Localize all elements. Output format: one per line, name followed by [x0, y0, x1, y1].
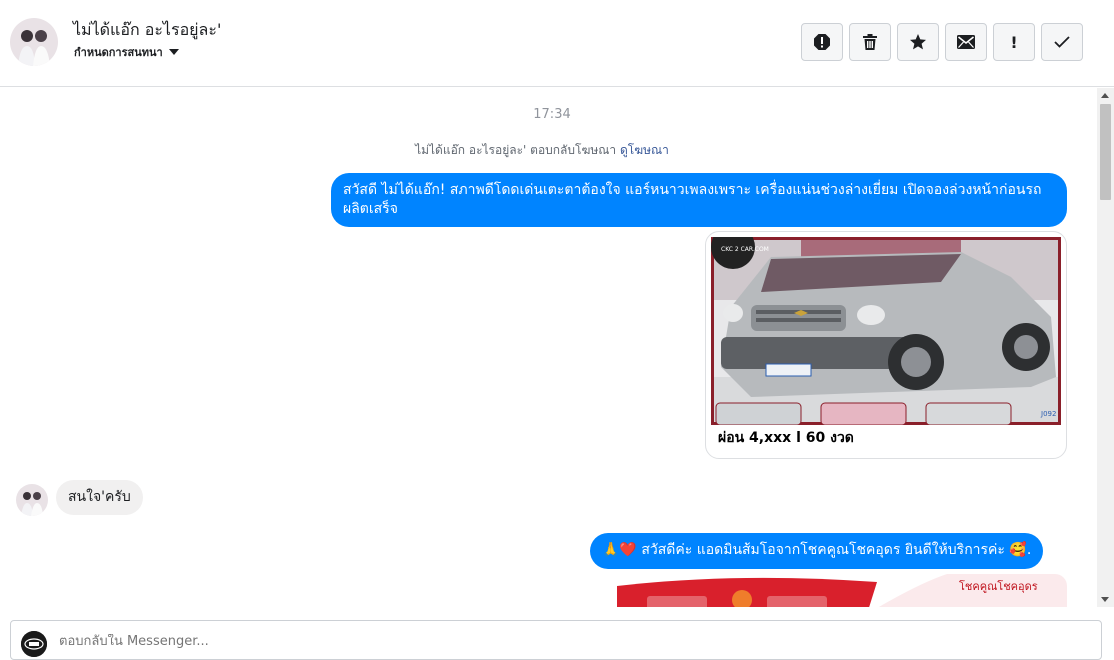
card-watermark: CKC 2 CAR.COM [721, 246, 769, 253]
promo-brand: โชคคูณโชคอุดร [959, 579, 1038, 593]
scroll-up-arrow-icon[interactable] [1101, 93, 1109, 98]
contact-avatar-small[interactable] [16, 484, 48, 516]
message-thread[interactable]: 17:34 ไม่ได้แอ๊ก อะไรอยู่ละ' ตอบกลับโฆษณ… [0, 88, 1114, 607]
car-image: CKC 2 CAR.COM J092 [711, 237, 1061, 425]
report-icon [814, 34, 830, 50]
scroll-down-arrow-icon[interactable] [1101, 597, 1109, 602]
follow-up-button[interactable]: ! [993, 23, 1035, 61]
reply-input[interactable] [59, 634, 659, 649]
ad-card[interactable]: CKC 2 CAR.COM J092 ผ่อน 4,xxx l 60 งวด [705, 231, 1067, 459]
scroll-thumb[interactable] [1100, 104, 1111, 200]
checkmark-icon [1054, 36, 1070, 48]
star-icon [910, 34, 926, 50]
card-plate-code: J092 [1040, 410, 1056, 418]
conversation-options-label: กำหนดการสนทนา [74, 46, 163, 59]
ad-reply-text: ไม่ได้แอ๊ก อะไรอยู่ละ' ตอบกลับโฆษณา [415, 143, 617, 157]
star-button[interactable] [897, 23, 939, 61]
exclamation-icon: ! [1010, 32, 1018, 52]
delete-button[interactable] [849, 23, 891, 61]
conversation-header: ไม่ได้แอ๊ก อะไรอยู่ละ' กำหนดการสนทนา ! [0, 0, 1114, 87]
incoming-message[interactable]: สนใจ'ครับ [56, 480, 143, 515]
message-timestamp: 17:34 [533, 107, 571, 122]
page-title: ไม่ได้แอ๊ก อะไรอยู่ละ' [73, 20, 222, 39]
promo-image[interactable]: โชคคูณโชคอุดร [617, 574, 1067, 607]
reply-bar[interactable] [10, 620, 1102, 660]
promo-banner: โชคคูณโชคอุดร [617, 574, 1067, 607]
envelope-icon [957, 35, 975, 49]
mark-unread-button[interactable] [945, 23, 987, 61]
caret-down-icon [168, 49, 179, 55]
card-title: ผ่อน 4,xxx l 60 งวด [718, 430, 854, 446]
action-toolbar: ! [801, 23, 1083, 61]
page-avatar [21, 631, 47, 657]
trash-icon [863, 34, 877, 50]
outgoing-message[interactable]: 🙏❤️ สวัสดีค่ะ แอดมินส้มโอจากโชคคูณโชคอุด… [590, 533, 1044, 569]
thread-scrollbar[interactable] [1097, 88, 1114, 607]
outgoing-message[interactable]: สวัสดี ไม่ได้แอ๊ก! สภาพดีโดดเด่นเตะตาต้อ… [331, 173, 1067, 227]
report-button[interactable] [801, 23, 843, 61]
view-ad-link[interactable]: ดูโฆษณา [620, 143, 669, 157]
ad-reply-note: ไม่ได้แอ๊ก อะไรอยู่ละ' ตอบกลับโฆษณา ดูโฆ… [0, 141, 1084, 160]
mark-done-button[interactable] [1041, 23, 1083, 61]
conversation-options[interactable]: กำหนดการสนทนา [74, 43, 179, 61]
contact-avatar[interactable] [10, 18, 58, 66]
